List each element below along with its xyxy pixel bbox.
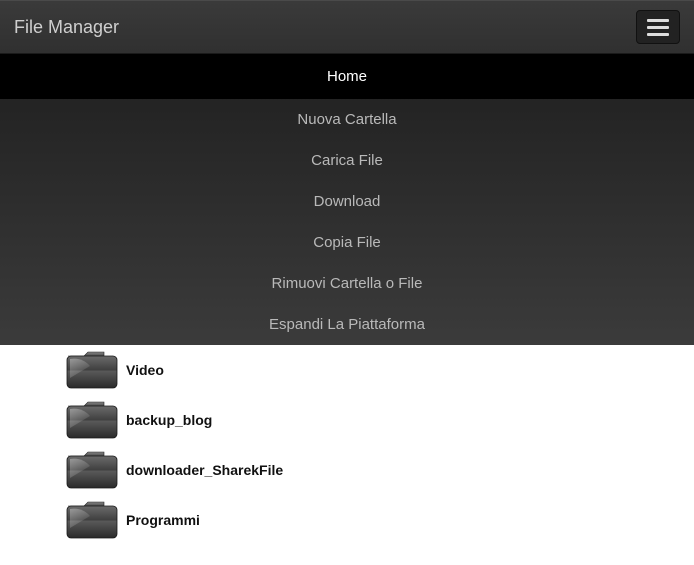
app-title: File Manager — [14, 17, 119, 38]
folder-icon — [64, 398, 120, 442]
menu-item-nuova-cartella[interactable]: Nuova Cartella — [0, 99, 694, 140]
folder-icon — [64, 348, 120, 392]
file-name: downloader_SharekFile — [126, 462, 283, 478]
file-row[interactable]: downloader_SharekFile — [64, 445, 694, 495]
file-row[interactable]: backup_blog — [64, 395, 694, 445]
file-name: Video — [126, 362, 164, 378]
hamburger-bar-icon — [647, 26, 669, 29]
menu-item-home[interactable]: Home — [0, 54, 694, 99]
file-name: backup_blog — [126, 412, 212, 428]
folder-icon — [64, 498, 120, 542]
nav-menu: HomeNuova CartellaCarica FileDownloadCop… — [0, 54, 694, 345]
menu-item-espandi-la-piattaforma[interactable]: Espandi La Piattaforma — [0, 304, 694, 345]
menu-item-download[interactable]: Download — [0, 181, 694, 222]
menu-item-rimuovi-cartella-o-file[interactable]: Rimuovi Cartella o File — [0, 263, 694, 304]
topbar: File Manager — [0, 0, 694, 54]
hamburger-bar-icon — [647, 19, 669, 22]
folder-icon — [64, 448, 120, 492]
menu-item-carica-file[interactable]: Carica File — [0, 140, 694, 181]
file-list: Video backup_blog downloader_SharekFile Pro… — [0, 345, 694, 565]
hamburger-bar-icon — [647, 33, 669, 36]
menu-item-copia-file[interactable]: Copia File — [0, 222, 694, 263]
file-row[interactable]: Programmi — [64, 495, 694, 545]
file-name: Programmi — [126, 512, 200, 528]
hamburger-menu-button[interactable] — [636, 10, 680, 44]
file-row[interactable]: Video — [64, 345, 694, 395]
